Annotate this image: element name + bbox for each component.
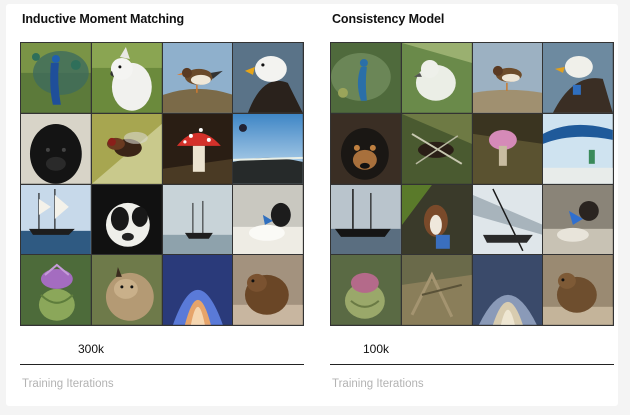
axis-label: Training Iterations: [22, 378, 114, 390]
sample-dog: [401, 184, 472, 255]
panel-title: Consistency Model: [332, 12, 445, 26]
sample-finch: [472, 43, 543, 113]
sample-peacock: [21, 43, 91, 113]
progress-axis: [330, 364, 614, 365]
sample-grid: [20, 42, 304, 326]
sample-dog-sleeping: [543, 184, 613, 255]
sample-finch: [162, 43, 233, 113]
axis-label: Training Iterations: [332, 378, 424, 390]
sample-ship: [331, 184, 401, 255]
sample-flower: [162, 255, 233, 325]
cm-panel: Consistency Model 100k Training Iteratio…: [330, 4, 620, 404]
sample-grid: [330, 42, 614, 326]
iteration-count: 100k: [363, 342, 390, 356]
sample-peacock: [331, 43, 401, 113]
sample-lakeside: [543, 113, 613, 184]
iteration-count: 300k: [78, 342, 105, 356]
sample-cockatoo: [91, 43, 162, 113]
sample-dog: [91, 184, 162, 255]
sample-fly: [401, 113, 472, 184]
panel-title: Inductive Moment Matching: [22, 12, 185, 26]
sample-bear: [233, 255, 303, 325]
imm-panel: Inductive Moment Matching 300k Training …: [20, 4, 310, 404]
progress-axis: [20, 364, 304, 365]
sample-eagle: [543, 43, 613, 113]
sample-bear: [543, 255, 613, 325]
sample-flower: [472, 255, 543, 325]
sample-ship-sea: [472, 184, 543, 255]
sample-lynx: [401, 255, 472, 325]
sample-artichoke: [21, 255, 91, 325]
sample-lynx: [91, 255, 162, 325]
sample-artichoke: [331, 255, 401, 325]
sample-mushroom: [162, 113, 233, 184]
comparison-card: Inductive Moment Matching 300k Training …: [6, 4, 618, 406]
sample-dog-sleeping: [233, 184, 303, 255]
sample-fly: [91, 113, 162, 184]
sample-ship-sea: [162, 184, 233, 255]
sample-puppy: [21, 113, 91, 184]
sample-lakeside: [233, 113, 303, 184]
sample-eagle: [233, 43, 303, 113]
sample-ship: [21, 184, 91, 255]
sample-mushroom: [472, 113, 543, 184]
sample-cockatoo: [401, 43, 472, 113]
sample-puppy: [331, 113, 401, 184]
